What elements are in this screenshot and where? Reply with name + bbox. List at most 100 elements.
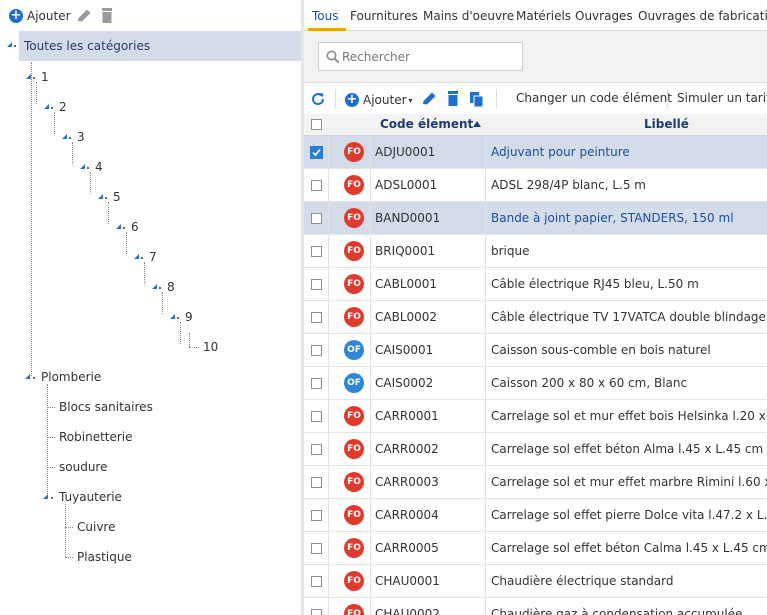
tab-ouvrages[interactable]: Ouvrages	[575, 9, 633, 23]
row-checkbox[interactable]	[311, 312, 322, 323]
element-label: Bande à joint papier, STANDERS, 150 ml	[491, 211, 734, 225]
tree-node-plomberie-child[interactable]: soudure	[59, 460, 107, 474]
table-row[interactable]: FO ADSL0001 ADSL 298/4P blanc, L.5 m	[304, 169, 767, 202]
expand-triangle-icon[interactable]	[43, 494, 48, 499]
check-icon	[312, 148, 321, 157]
table-row[interactable]: FO CHAU0001 Chaudière électrique standard	[304, 565, 767, 598]
expand-triangle-icon[interactable]	[25, 374, 30, 379]
copy-icon[interactable]	[468, 90, 486, 108]
trash-icon[interactable]	[445, 90, 461, 108]
dropdown-caret-icon: ▾	[408, 95, 413, 105]
table-row[interactable]: FO CARR0005 Carrelage sol effet béton Calm…	[304, 532, 767, 565]
tree-connector	[126, 232, 127, 254]
table-row[interactable]: FO ADJU0001 Adjuvant pour peinture	[304, 136, 767, 169]
table-row[interactable]: OF CAIS0001 Caisson sous-comble en bois na…	[304, 334, 767, 367]
tree-node-plomberie-child[interactable]: Blocs sanitaires	[59, 400, 153, 414]
tree-node-4[interactable]: 4	[95, 160, 103, 174]
tree-connector	[189, 347, 199, 348]
row-checkbox[interactable]	[311, 180, 322, 191]
tab-bar: Tous Fournitures Mains d'oeuvre Matériel…	[304, 0, 767, 31]
table-row[interactable]: OF CAIS0002 Caisson 200 x 80 x 60 cm, Blan…	[304, 367, 767, 400]
tree-root-all-categories[interactable]: Toutes les catégories	[19, 31, 301, 61]
row-checkbox[interactable]	[311, 345, 322, 356]
expand-triangle-icon[interactable]	[134, 254, 139, 259]
sort-ascending-icon[interactable]	[472, 120, 482, 128]
pencil-icon[interactable]	[420, 90, 438, 108]
element-code: CABL0002	[370, 301, 486, 333]
expand-triangle-icon[interactable]	[44, 104, 49, 109]
table-row[interactable]: FO CHAU0002 Chaudière gaz à condensation a…	[304, 598, 767, 615]
select-all-checkbox[interactable]	[311, 119, 322, 130]
row-checkbox[interactable]	[311, 609, 322, 615]
tree-node-3[interactable]: 3	[77, 130, 85, 144]
tree-node-8[interactable]: 8	[167, 280, 175, 294]
table-row[interactable]: FO BRIQ0001 brique	[304, 235, 767, 268]
tree-connector	[108, 202, 109, 224]
table-row[interactable]: FO CARR0003 Carrelage sol et mur effet mar…	[304, 466, 767, 499]
row-checkbox[interactable]	[311, 213, 322, 224]
pencil-icon[interactable]	[75, 7, 93, 25]
row-checkbox[interactable]	[311, 576, 322, 587]
plus-circle-icon: +	[9, 8, 23, 23]
row-checkbox[interactable]	[311, 279, 322, 290]
tab-materiels[interactable]: Matériels	[516, 9, 571, 23]
search-box[interactable]	[318, 42, 523, 71]
trash-icon[interactable]	[99, 7, 115, 25]
element-label: Chaudière électrique standard	[491, 574, 674, 588]
category-panel: + Ajouter Toutes les catégories 1 2 3 4 5 6 7 8…	[0, 0, 301, 615]
tree-node-7[interactable]: 7	[149, 250, 157, 264]
expand-triangle-icon[interactable]	[116, 224, 121, 229]
tab-tous[interactable]: Tous	[312, 9, 339, 23]
tree-dot	[33, 77, 35, 79]
search-input[interactable]	[342, 48, 517, 66]
expand-triangle-icon[interactable]	[170, 314, 175, 319]
table-row[interactable]: FO CARR0001 Carrelage sol et mur effet boi…	[304, 400, 767, 433]
row-checkbox[interactable]	[311, 444, 322, 455]
category-toolbar: + Ajouter	[0, 0, 301, 30]
plus-circle-icon: +	[345, 92, 359, 107]
row-checkbox[interactable]	[311, 411, 322, 422]
tree-node-9[interactable]: 9	[185, 310, 193, 324]
expand-triangle-icon[interactable]	[7, 42, 12, 47]
row-checkbox[interactable]	[310, 146, 323, 159]
tab-fournitures[interactable]: Fournitures	[350, 9, 418, 23]
add-element-button[interactable]: + Ajouter ▾	[345, 92, 413, 108]
tree-node-1[interactable]: 1	[41, 70, 49, 84]
expand-triangle-icon[interactable]	[62, 134, 67, 139]
tree-node-tuyauterie-child[interactable]: Plastique	[77, 550, 132, 564]
tree-connector	[47, 384, 48, 496]
tree-node-tuyauterie-child[interactable]: Cuivre	[77, 520, 115, 534]
row-checkbox[interactable]	[311, 477, 322, 488]
row-checkbox[interactable]	[311, 543, 322, 554]
simulate-tariff-button[interactable]: Simuler un tarif d	[677, 91, 767, 105]
change-code-button[interactable]: Changer un code élément	[516, 91, 672, 105]
tab-ouvrages-de-fabrication[interactable]: Ouvrages de fabrication	[638, 9, 767, 23]
column-header-label[interactable]: Libellé	[644, 117, 689, 131]
tree-connector	[54, 112, 55, 134]
table-row[interactable]: FO CABL0001 Câble électrique RJ45 bleu, L.…	[304, 268, 767, 301]
table-row[interactable]: FO CABL0002 Câble électrique TV 17VATCA do…	[304, 301, 767, 334]
refresh-icon[interactable]	[310, 91, 326, 107]
expand-triangle-icon[interactable]	[80, 164, 85, 169]
tree-node-5[interactable]: 5	[113, 190, 121, 204]
column-header-code[interactable]: Code élément	[380, 117, 473, 131]
expand-triangle-icon[interactable]	[98, 194, 103, 199]
tree-node-tuyauterie[interactable]: Tuyauterie	[59, 490, 122, 504]
row-checkbox[interactable]	[311, 378, 322, 389]
table-row[interactable]: FO CARR0004 Carrelage sol effet pierre Dol…	[304, 499, 767, 532]
tree-node-plomberie-child[interactable]: Robinetterie	[59, 430, 133, 444]
table-row[interactable]: FO BAND0001 Bande à joint papier, STANDERS…	[304, 202, 767, 235]
add-category-button[interactable]: + Ajouter	[9, 8, 71, 24]
row-checkbox-cell	[304, 433, 329, 465]
table-row[interactable]: FO CARR0002 Carrelage sol effet béton Alma…	[304, 433, 767, 466]
row-checkbox[interactable]	[311, 510, 322, 521]
tree-node-plomberie[interactable]: Plomberie	[41, 370, 101, 384]
tree-node-2[interactable]: 2	[59, 100, 67, 114]
expand-triangle-icon[interactable]	[152, 284, 157, 289]
element-code: CARR0001	[370, 400, 486, 432]
row-checkbox[interactable]	[311, 246, 322, 257]
tree-connector	[36, 82, 37, 104]
tab-mains-doeuvre[interactable]: Mains d'oeuvre	[423, 9, 514, 23]
tree-node-10[interactable]: 10	[203, 340, 218, 354]
tree-node-6[interactable]: 6	[131, 220, 139, 234]
